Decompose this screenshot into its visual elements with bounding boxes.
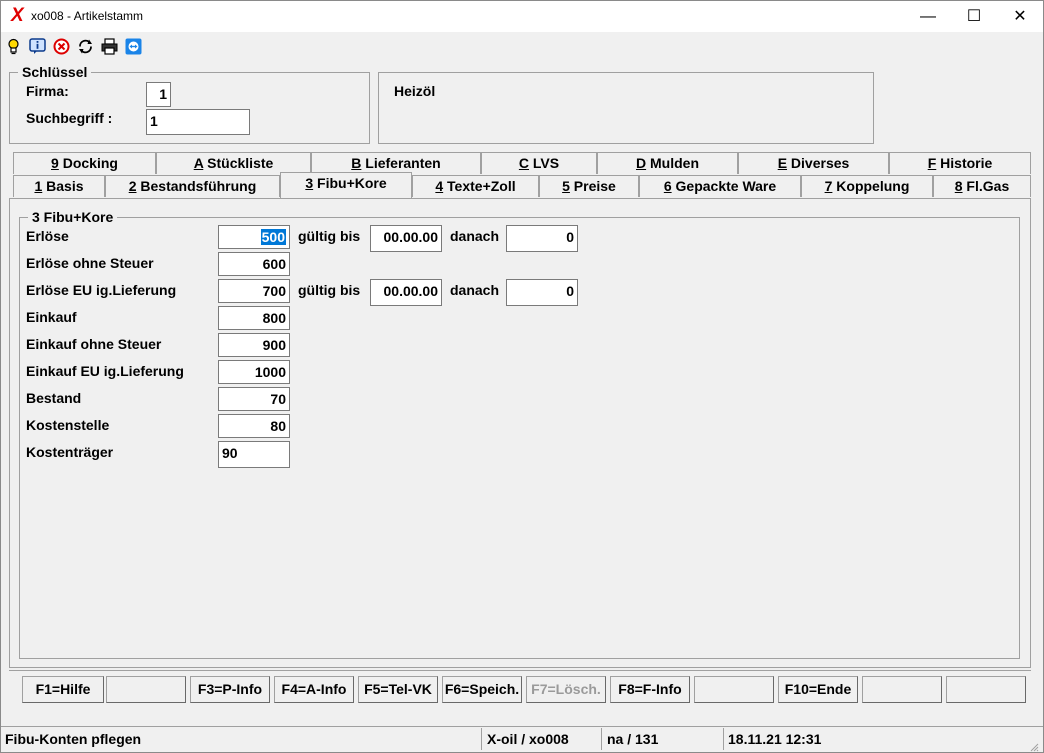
window-title: xo008 - Artikelstamm xyxy=(31,9,144,23)
f1-help-button[interactable]: F1=Hilfe xyxy=(22,676,104,703)
f4-a-info-button[interactable]: F4=A-Info xyxy=(274,676,354,703)
lightbulb-icon[interactable] xyxy=(5,38,22,55)
kostenstelle-label: Kostenstelle xyxy=(26,417,110,433)
resize-grip-icon[interactable] xyxy=(1029,739,1039,752)
toolbar xyxy=(1,32,1043,60)
application-window: X xo008 - Artikelstamm — ☐ ✕ Schlüssel F… xyxy=(0,0,1044,753)
gueltig-bis-field-1[interactable]: 00.00.00 xyxy=(370,225,442,252)
status-separator xyxy=(601,728,602,750)
tab-preise[interactable]: 5 Preise xyxy=(539,175,639,197)
tab-historie[interactable]: F Historie xyxy=(889,152,1031,174)
f9-empty-button[interactable] xyxy=(694,676,774,703)
firma-field[interactable]: 1 xyxy=(146,82,171,107)
tab-docking[interactable]: 9 Docking xyxy=(13,152,156,174)
bestand-field[interactable]: 70 xyxy=(218,387,290,411)
einkauf-ohne-steuer-label: Einkauf ohne Steuer xyxy=(26,336,162,352)
einkauf-label: Einkauf xyxy=(26,309,77,325)
article-name: Heizöl xyxy=(394,83,436,99)
tab-basis[interactable]: 1 Basis xyxy=(13,175,105,197)
einkauf-eu-field[interactable]: 1000 xyxy=(218,360,290,384)
tab-gepackte-ware[interactable]: 6 Gepackte Ware xyxy=(639,175,801,197)
erloese-ohne-steuer-label: Erlöse ohne Steuer xyxy=(26,255,154,271)
kostenstelle-field[interactable]: 80 xyxy=(218,414,290,438)
fibu-group-title: 3 Fibu+Kore xyxy=(28,209,118,225)
gueltig-bis-label-1: gültig bis xyxy=(298,228,361,244)
suchbegriff-field[interactable]: 1 xyxy=(146,109,250,135)
article-info-box xyxy=(378,72,874,144)
tab-lieferanten[interactable]: B Lieferanten xyxy=(311,152,481,174)
suchbegriff-label: Suchbegriff : xyxy=(26,110,113,126)
divider xyxy=(9,670,1031,671)
info-icon[interactable] xyxy=(29,38,46,55)
maximize-button[interactable]: ☐ xyxy=(951,1,997,32)
erloese-eu-label: Erlöse EU ig.Lieferung xyxy=(26,282,177,298)
f5-tel-vk-button[interactable]: F5=Tel-VK xyxy=(358,676,438,703)
einkauf-ohne-steuer-field[interactable]: 900 xyxy=(218,333,290,357)
tab-mulden[interactable]: D Mulden xyxy=(597,152,738,174)
firma-label: Firma: xyxy=(26,83,69,99)
kostentraeger-field[interactable]: 90 xyxy=(218,441,290,468)
f7-delete-button[interactable]: F7=Lösch. xyxy=(526,676,606,703)
minimize-button[interactable]: — xyxy=(905,1,951,32)
f10-exit-button[interactable]: F10=Ende xyxy=(778,676,858,703)
einkauf-eu-label: Einkauf EU ig.Lieferung xyxy=(26,363,184,379)
tab-texte-zoll[interactable]: 4 Texte+Zoll xyxy=(412,175,539,197)
gueltig-bis-field-2[interactable]: 00.00.00 xyxy=(370,279,442,306)
statusbar-divider xyxy=(1,726,1043,727)
tab-panel: 3 Fibu+Kore xyxy=(9,198,1031,668)
erloese-eu-field[interactable]: 700 xyxy=(218,279,290,303)
erloese-ohne-steuer-field[interactable]: 600 xyxy=(218,252,290,276)
status-user: na / 131 xyxy=(607,731,659,747)
status-program: X-oil / xo008 xyxy=(487,731,569,747)
gueltig-bis-label-2: gültig bis xyxy=(298,282,361,298)
danach-field-2[interactable]: 0 xyxy=(506,279,578,306)
status-message: Fibu-Konten pflegen xyxy=(5,731,142,747)
title-bar: X xo008 - Artikelstamm — ☐ ✕ xyxy=(1,1,1043,32)
tab-stueckliste[interactable]: A Stückliste xyxy=(156,152,311,174)
bestand-label: Bestand xyxy=(26,390,82,406)
danach-label-2: danach xyxy=(450,282,500,298)
f2-empty-button[interactable] xyxy=(106,676,186,703)
teamviewer-icon[interactable] xyxy=(125,38,142,55)
status-separator xyxy=(723,728,724,750)
erloese-label: Erlöse xyxy=(26,228,69,244)
f11-empty-button[interactable] xyxy=(862,676,942,703)
einkauf-field[interactable]: 800 xyxy=(218,306,290,330)
f6-save-button[interactable]: F6=Speich. xyxy=(442,676,522,703)
status-separator xyxy=(481,728,482,750)
tab-fibu-kore[interactable]: 3 Fibu+Kore xyxy=(280,172,412,198)
tab-fl-gas[interactable]: 8 Fl.Gas xyxy=(933,175,1031,197)
printer-icon[interactable] xyxy=(101,38,118,55)
f12-empty-button[interactable] xyxy=(946,676,1026,703)
f8-f-info-button[interactable]: F8=F-Info xyxy=(610,676,690,703)
key-group-title: Schlüssel xyxy=(18,64,92,80)
danach-field-1[interactable]: 0 xyxy=(506,225,578,252)
tab-diverses[interactable]: E Diverses xyxy=(738,152,889,174)
status-datetime: 18.11.21 12:31 xyxy=(728,731,822,747)
tab-lvs[interactable]: C LVS xyxy=(481,152,597,174)
app-logo-icon: X xyxy=(11,5,24,26)
tab-koppelung[interactable]: 7 Koppelung xyxy=(801,175,933,197)
erloese-field[interactable]: 500 xyxy=(218,225,290,249)
cancel-icon[interactable] xyxy=(53,38,70,55)
refresh-icon[interactable] xyxy=(77,38,94,55)
kostentraeger-label: Kostenträger xyxy=(26,444,114,460)
erloese-value: 500 xyxy=(260,229,286,245)
tab-bestandsfuehrung[interactable]: 2 Bestandsführung xyxy=(105,175,280,197)
danach-label-1: danach xyxy=(450,228,500,244)
close-button[interactable]: ✕ xyxy=(997,1,1043,32)
f3-p-info-button[interactable]: F3=P-Info xyxy=(190,676,270,703)
